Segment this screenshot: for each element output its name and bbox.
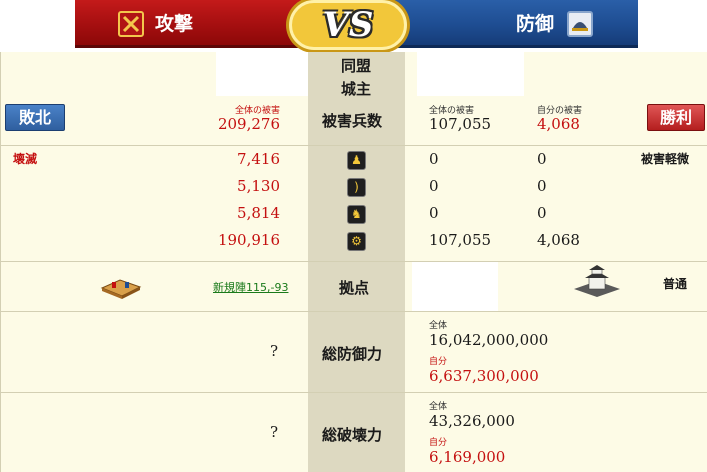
defender-status: 被害軽微: [641, 152, 690, 166]
attacker-archer-loss: 5,130: [237, 177, 280, 195]
base-label: 拠点: [339, 279, 370, 297]
defeat-badge: 敗北: [5, 104, 65, 131]
defender-base-status: 普通: [663, 277, 688, 291]
vs-badge: VS: [289, 0, 407, 50]
attacker-siege-loss: 190,916: [217, 231, 280, 249]
attacker-defense-power: ?: [270, 342, 279, 360]
defense-total-caption: 全体: [429, 321, 448, 331]
defense-self-value: 6,637,300,000: [429, 367, 539, 385]
attacker-total-casualties: 209,276: [217, 115, 280, 133]
attack-title: 攻撃: [155, 13, 194, 35]
defender-total-casualties: 107,055: [429, 115, 492, 133]
destruction-self-caption: 自分: [429, 438, 448, 448]
attacker-status: 壊滅: [13, 152, 38, 166]
victory-badge: 勝利: [647, 104, 705, 131]
attacker-alliance-box: [216, 52, 308, 96]
defender-cavalry-total: 0: [429, 204, 439, 222]
defender-archer-self: 0: [537, 177, 547, 195]
crossed-swords-icon: [118, 11, 144, 37]
attacker-base-link[interactable]: 新規陣115,-93: [213, 279, 288, 295]
defense-power-label: 総防御力: [322, 345, 383, 363]
siege-icon: ⚙: [347, 232, 366, 251]
vs-label: VS: [322, 5, 374, 45]
spearman-icon: ♟: [347, 151, 366, 170]
alliance-label: 同盟: [341, 57, 372, 75]
attacker-destruction-power: ?: [270, 423, 279, 441]
destruction-total-caption: 全体: [429, 402, 448, 412]
defender-cavalry-self: 0: [537, 204, 547, 222]
defense-self-caption: 自分: [429, 357, 448, 367]
attacker-spearman-loss: 7,416: [237, 150, 280, 168]
defense-title: 防御: [516, 13, 555, 35]
destruction-power-label: 総破壊力: [322, 426, 383, 444]
row-divider: [0, 261, 707, 262]
casualties-label: 被害兵数: [322, 112, 383, 130]
row-divider: [0, 145, 707, 146]
defender-spearman-total: 0: [429, 150, 439, 168]
row-divider: [0, 392, 707, 393]
defender-spearman-self: 0: [537, 150, 547, 168]
destruction-total-value: 43,326,000: [429, 412, 515, 430]
defender-base-box: [412, 261, 498, 311]
destruction-self-value: 6,169,000: [429, 448, 506, 466]
left-edge: [0, 52, 1, 472]
cavalry-icon: ♞: [347, 205, 366, 224]
defense-total-value: 16,042,000,000: [429, 331, 549, 349]
defender-siege-total: 107,055: [429, 231, 492, 249]
defender-alliance-box: [417, 52, 524, 96]
row-divider: [0, 311, 707, 312]
camp-icon: [100, 276, 142, 300]
attacker-cavalry-loss: 5,814: [237, 204, 280, 222]
castle-icon: [572, 263, 622, 299]
lord-label: 城主: [341, 80, 372, 98]
defender-self-casualties: 4,068: [537, 115, 580, 133]
archer-icon: ): [347, 178, 366, 197]
helmet-icon: [567, 11, 593, 37]
defender-archer-total: 0: [429, 177, 439, 195]
defender-siege-self: 4,068: [537, 231, 580, 249]
